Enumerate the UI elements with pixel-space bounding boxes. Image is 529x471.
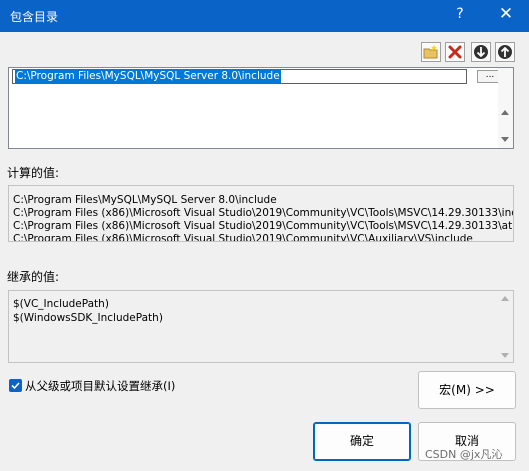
move-down-icon — [474, 45, 488, 59]
computed-line: C:\Program Files\MySQL\MySQL Server 8.0\… — [13, 194, 277, 206]
directory-list[interactable]: C:\Program Files\MySQL\MySQL Server 8.0\… — [8, 67, 514, 149]
computed-values-box: C:\Program Files\MySQL\MySQL Server 8.0\… — [8, 185, 514, 242]
computed-line: C:\Program Files (x86)\Microsoft Visual … — [13, 220, 514, 232]
scroll-up-icon[interactable] — [501, 296, 509, 301]
inherited-line: $(WindowsSDK_IncludePath) — [13, 312, 163, 324]
checkmark-icon — [11, 382, 20, 390]
delete-button[interactable] — [445, 42, 465, 62]
computed-line: C:\Program Files (x86)\Microsoft Visual … — [13, 207, 514, 219]
inherit-checkbox-label[interactable]: 从父级或项目默认设置继承(I) — [25, 378, 175, 394]
computed-values-label: 计算的值: — [7, 166, 60, 180]
new-folder-icon — [423, 45, 438, 59]
inherit-checkbox[interactable] — [9, 379, 22, 392]
inherited-values-box: $(VC_IncludePath) $(WindowsSDK_IncludePa… — [8, 290, 514, 363]
macros-button[interactable]: 宏(M) >> — [418, 371, 516, 409]
inherited-values-label: 继承的值: — [7, 270, 60, 284]
computed-line: C:\Program Files (x86)\Microsoft Visual … — [13, 233, 473, 242]
move-up-button[interactable] — [495, 42, 515, 62]
inherited-scrollbar[interactable] — [498, 291, 513, 362]
new-line-button[interactable] — [421, 42, 441, 62]
ok-button[interactable]: 确定 — [313, 422, 411, 461]
move-down-button[interactable] — [471, 42, 491, 62]
move-up-icon — [498, 45, 512, 59]
help-button[interactable]: ? — [450, 6, 470, 22]
window-title: 包含目录 — [10, 10, 59, 24]
scroll-down-icon[interactable] — [501, 137, 509, 142]
watermark-text: CSDN @jx凡沁 — [425, 448, 503, 461]
directory-entry-input[interactable]: C:\Program Files\MySQL\MySQL Server 8.0\… — [12, 69, 467, 84]
close-button[interactable]: ✕ — [494, 4, 518, 24]
delete-icon — [448, 45, 462, 59]
directory-list-scrollbar[interactable] — [498, 68, 513, 148]
directory-entry-text[interactable]: C:\Program Files\MySQL\MySQL Server 8.0\… — [15, 70, 281, 83]
title-bar: 包含目录 ? ✕ — [0, 0, 529, 32]
inherited-line: $(VC_IncludePath) — [13, 298, 109, 310]
scroll-up-icon[interactable] — [501, 110, 509, 115]
scroll-down-icon[interactable] — [501, 353, 509, 358]
